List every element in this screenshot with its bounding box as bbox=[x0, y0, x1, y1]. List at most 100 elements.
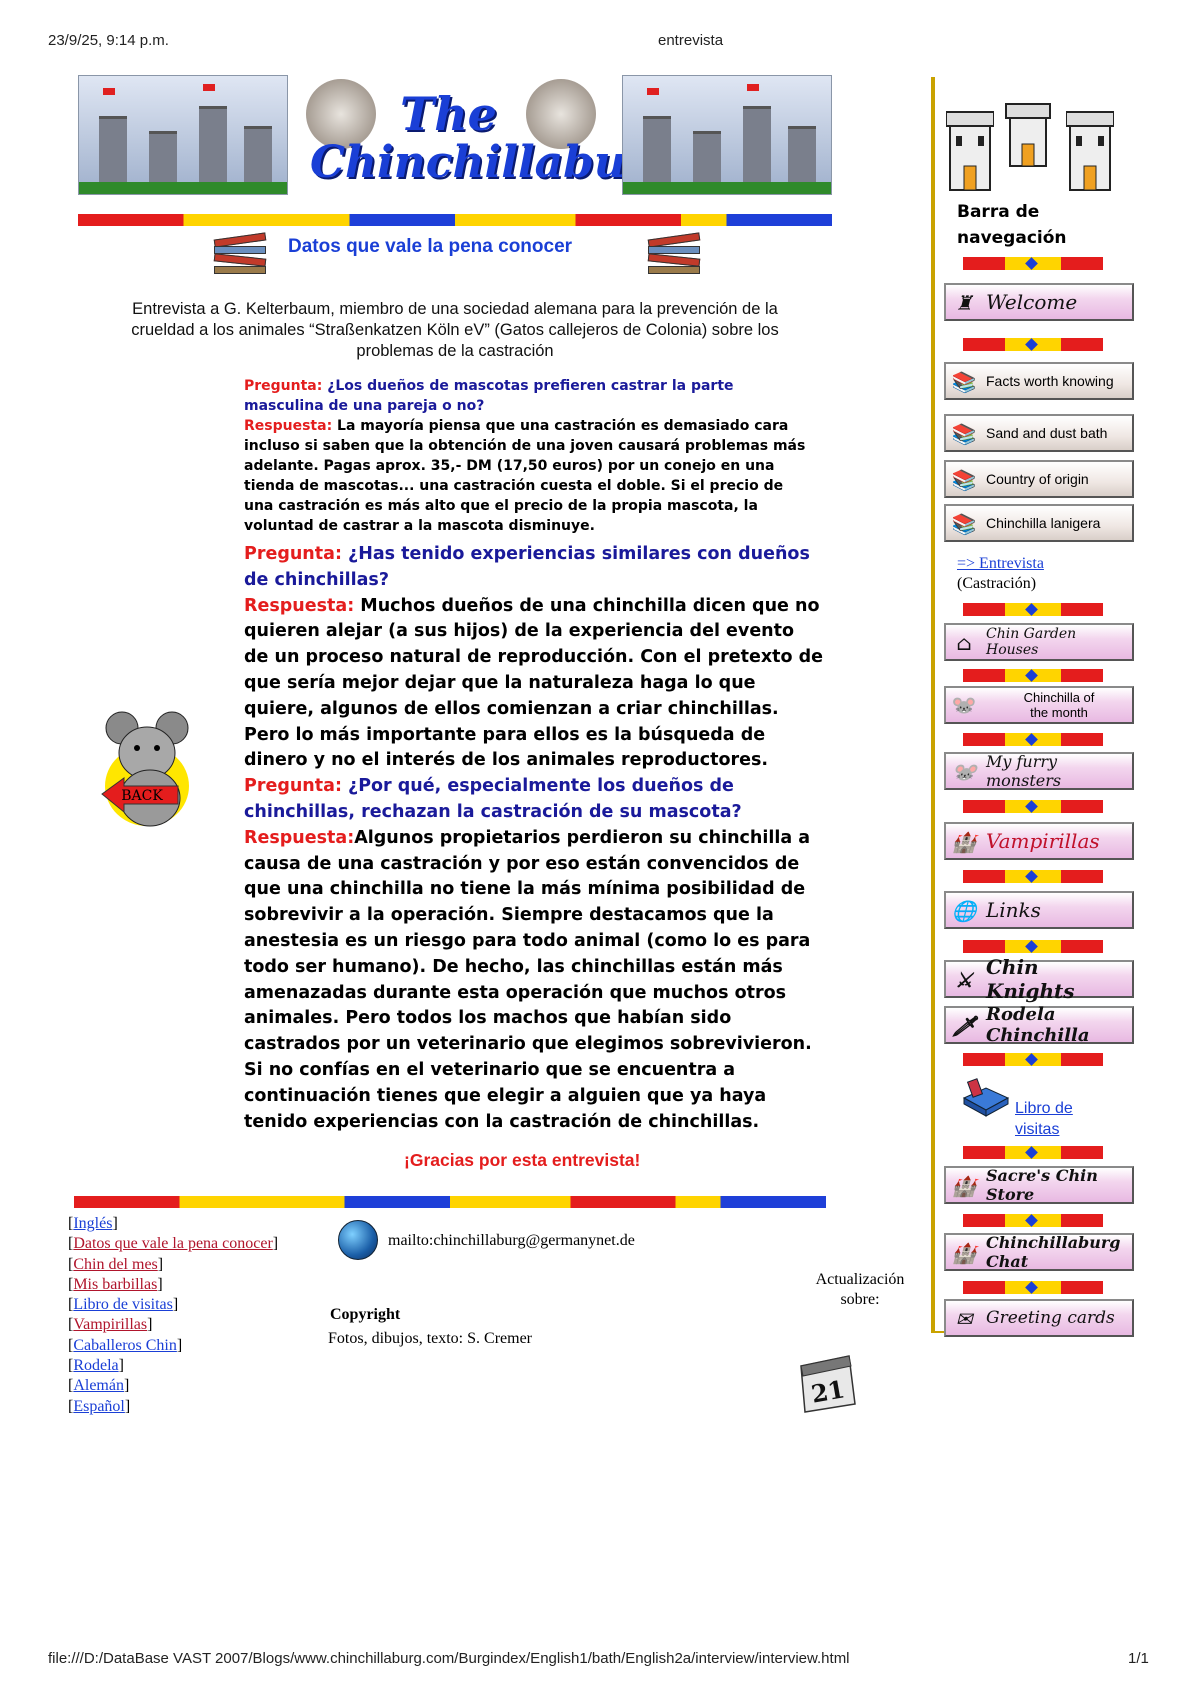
nav-separator bbox=[963, 1281, 1103, 1294]
nav-separator bbox=[963, 1053, 1103, 1066]
print-url: file:///D:/DataBase VAST 2007/Blogs/www.… bbox=[48, 1650, 850, 1667]
sword-icon: 🗡 bbox=[951, 1014, 977, 1038]
copyright-heading: Copyright bbox=[330, 1306, 401, 1323]
update-label: Actualización sobre: bbox=[815, 1271, 905, 1308]
nav-label: My furry monsters bbox=[986, 752, 1062, 790]
footer-link-caballeros[interactable]: Caballeros Chin bbox=[73, 1337, 177, 1354]
books-icon: 📚 bbox=[951, 513, 977, 536]
nav-separator bbox=[963, 257, 1103, 270]
calendar-day: 21 bbox=[809, 1374, 847, 1408]
question-label: Pregunta: bbox=[244, 544, 342, 564]
nav-chinchilla-month[interactable]: 🐭 Chinchilla of the month bbox=[944, 686, 1134, 724]
nav-separator bbox=[963, 669, 1103, 682]
tower-icon bbox=[945, 96, 995, 197]
nav-current: => Entrevista (Castración) bbox=[957, 554, 1044, 594]
nav-lanigera[interactable]: 📚 Chinchilla lanigera bbox=[944, 504, 1134, 542]
answer-label: Respuesta: bbox=[244, 418, 333, 434]
nav-label: Sand and dust bath bbox=[986, 425, 1108, 441]
nav-chat[interactable]: 🏰 Chinchillaburg Chat bbox=[944, 1233, 1134, 1271]
question-label: Pregunta: bbox=[244, 776, 342, 797]
calendar-icon: 21 bbox=[800, 1355, 856, 1413]
books-icon-left bbox=[213, 232, 267, 278]
nav-links[interactable]: 🌐 Links bbox=[944, 891, 1134, 929]
footer-link-vampirillas[interactable]: Vampirillas bbox=[73, 1316, 147, 1333]
nav-label: Welcome bbox=[986, 290, 1078, 314]
footer-link-ingles[interactable]: Inglés bbox=[73, 1215, 112, 1232]
site-logo[interactable]: The Chinchillaburg bbox=[300, 75, 680, 210]
answer-text: Algunos propietarios perdieron su chinch… bbox=[244, 827, 812, 1132]
site-banner: The Chinchillaburg bbox=[78, 75, 832, 210]
thanks-message: ¡Gracias por esta entrevista! bbox=[404, 1150, 641, 1170]
nav-sand-bath[interactable]: 📚 Sand and dust bath bbox=[944, 414, 1134, 452]
sidebar-title-line1: Barra de bbox=[957, 202, 1040, 222]
mouse-eye-right bbox=[154, 745, 160, 751]
nav-chin-knights[interactable]: ⚔ Chin Knights bbox=[944, 955, 1134, 1003]
nav-guestbook: Libro de visitas bbox=[1015, 1098, 1073, 1140]
nav-label: Facts worth knowing bbox=[986, 373, 1114, 389]
globe-icon: 🌐 bbox=[951, 899, 977, 923]
answer-label: Respuesta: bbox=[244, 595, 355, 616]
nav-label: Chinchilla lanigera bbox=[986, 515, 1101, 531]
back-button[interactable]: BACK bbox=[92, 708, 202, 830]
qa-block-2: Pregunta: ¿Has tenido experiencias simil… bbox=[244, 542, 824, 1135]
nav-separator bbox=[963, 870, 1103, 883]
nav-origin[interactable]: 📚 Country of origin bbox=[944, 460, 1134, 498]
nav-label: Chin Garden Houses bbox=[986, 626, 1077, 658]
books-icon: 📚 bbox=[951, 469, 977, 492]
nav-rodela[interactable]: 🗡 Rodela Chinchilla bbox=[944, 1004, 1134, 1046]
tower-icon bbox=[1065, 96, 1115, 197]
footer-link-datos[interactable]: Datos que vale la pena conocer bbox=[73, 1235, 272, 1252]
books-icon: 📚 bbox=[951, 371, 977, 394]
nav-chin-store[interactable]: 🏰 Sacre's Chin Store bbox=[944, 1166, 1134, 1204]
nav-label: Greeting cards bbox=[986, 1308, 1115, 1328]
castle-icon: 🏰 bbox=[951, 1174, 977, 1198]
nav-furry-monsters[interactable]: 🐭 My furry monsters bbox=[944, 752, 1134, 790]
footer-link-mis-barbillas[interactable]: Mis barbillas bbox=[73, 1276, 157, 1293]
back-label: BACK bbox=[121, 788, 163, 804]
castle-icon: 🏰 bbox=[951, 1241, 977, 1265]
email-link[interactable]: mailto:chinchillaburg@germanynet.de bbox=[388, 1232, 635, 1250]
nav-separator bbox=[963, 603, 1103, 616]
nav-garden-houses[interactable]: ⌂ Chin Garden Houses bbox=[944, 623, 1134, 661]
nav-separator bbox=[963, 733, 1103, 746]
nav-separator bbox=[963, 1146, 1103, 1159]
castle-image-left bbox=[78, 75, 288, 195]
footer-links: [Inglés] [Datos que vale la pena conocer… bbox=[68, 1215, 279, 1415]
nav-vampirillas[interactable]: 🏰 Vampirillas bbox=[944, 822, 1134, 860]
question-label: Pregunta: bbox=[244, 378, 323, 394]
chinchilla-icon: 🐭 bbox=[951, 760, 977, 784]
nav-facts[interactable]: 📚 Facts worth knowing bbox=[944, 362, 1134, 400]
answer-text: La mayoría piensa que una castración es … bbox=[244, 418, 806, 534]
footer-link-libro-visitas[interactable]: Libro de visitas bbox=[73, 1296, 173, 1313]
nav-label: Vampirillas bbox=[986, 829, 1100, 853]
page-title: Datos que vale la pena conocer bbox=[288, 236, 573, 257]
nav-label: Chin Knights bbox=[986, 955, 1075, 1003]
nav-label: Links bbox=[986, 898, 1041, 922]
books-icon-right bbox=[647, 232, 701, 278]
footer-link-chin-del-mes[interactable]: Chin del mes bbox=[73, 1256, 157, 1273]
nav-label: Chinchillaburg Chat bbox=[986, 1233, 1121, 1271]
tower-icon: ♜ bbox=[955, 291, 973, 315]
qa-block-1: Pregunta: ¿Los dueños de mascotas prefie… bbox=[244, 376, 814, 536]
castle-image-right bbox=[622, 75, 832, 195]
nav-label: Chinchilla of bbox=[1023, 690, 1095, 705]
nav-separator bbox=[963, 940, 1103, 953]
footer-link-espanol[interactable]: Español bbox=[73, 1398, 125, 1415]
nav-welcome[interactable]: ♜ Welcome bbox=[944, 283, 1134, 321]
footer-link-aleman[interactable]: Alemán bbox=[73, 1377, 124, 1394]
footer-link-rodela[interactable]: Rodela bbox=[73, 1357, 118, 1374]
nav-greeting-cards[interactable]: ✉ Greeting cards bbox=[944, 1299, 1134, 1337]
sidebar-title-line2: navegación bbox=[957, 228, 1067, 248]
guestbook-icon[interactable] bbox=[960, 1078, 1012, 1118]
print-title: entrevista bbox=[658, 32, 724, 49]
swords-icon: ⚔ bbox=[955, 968, 973, 992]
globe-icon[interactable] bbox=[338, 1220, 378, 1260]
nav-guestbook-link-line2[interactable]: visitas bbox=[1015, 1121, 1059, 1138]
nav-guestbook-link-line1[interactable]: Libro de bbox=[1015, 1100, 1073, 1117]
nav-link-interview[interactable]: => Entrevista bbox=[957, 555, 1044, 572]
nav-label: Rodela Chinchilla bbox=[986, 1004, 1090, 1046]
nav-separator bbox=[963, 800, 1103, 813]
interview-intro: Entrevista a G. Kelterbaum, miembro de u… bbox=[131, 300, 779, 360]
logo-the: The bbox=[400, 87, 497, 141]
books-icon: 📚 bbox=[951, 423, 977, 446]
